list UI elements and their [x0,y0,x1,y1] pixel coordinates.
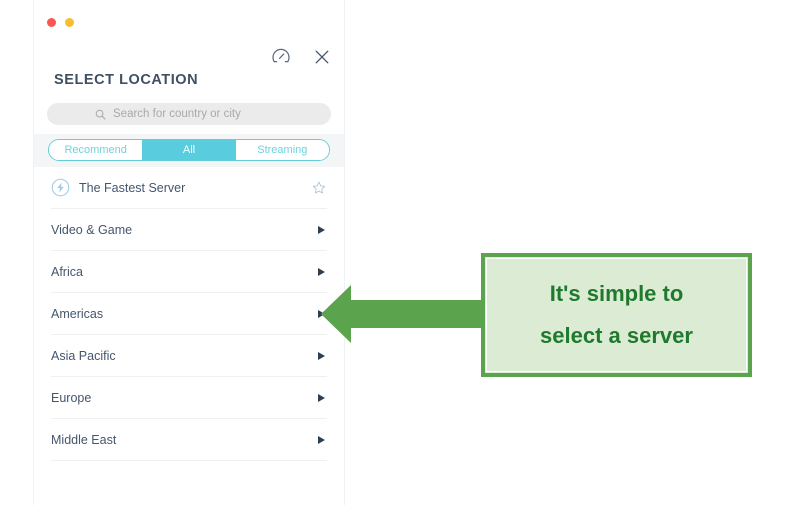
caret-right-icon [318,267,325,276]
tab-recommend[interactable]: Recommend [49,140,143,160]
tab-streaming[interactable]: Streaming [235,140,329,160]
caret-right-icon [318,435,325,444]
list-item-video-and-game[interactable]: Video & Game [51,209,327,251]
list-item-americas[interactable]: Americas [51,293,327,335]
star-outline-icon[interactable] [312,181,326,195]
list-item-label: Americas [51,306,104,321]
list-item-fastest-server[interactable]: The Fastest Server [51,167,327,209]
search-icon [95,109,106,120]
close-icon[interactable] [312,47,332,67]
list-item-middle-east[interactable]: Middle East [51,419,327,461]
callout-box: It's simple to select a server [481,253,752,377]
lightning-bolt-icon [51,178,70,197]
list-item-africa[interactable]: Africa [51,251,327,293]
list-item-label: Video & Game [51,222,133,237]
list-item-label: Africa [51,264,83,279]
close-dot[interactable] [47,18,56,27]
callout-arrow-left-icon [321,285,492,343]
caret-right-icon [318,393,325,402]
vpn-app-panel: SELECT LOCATION Recommend All Streaming … [33,0,345,505]
header-icon-row [271,47,332,67]
list-item-label: Middle East [51,432,117,447]
caret-right-icon [318,351,325,360]
list-item-label: The Fastest Server [79,180,186,195]
window-controls [47,18,74,27]
search-bar[interactable] [47,103,331,125]
search-input[interactable] [113,108,283,120]
minimize-dot[interactable] [65,18,74,27]
callout-text: It's simple to select a server [540,281,693,348]
speed-test-icon[interactable] [271,47,291,67]
tabs-band: Recommend All Streaming [34,134,344,167]
tab-all[interactable]: All [142,140,236,160]
page-title: SELECT LOCATION [54,72,199,88]
segmented-tabs: Recommend All Streaming [48,139,330,161]
list-item-asia-pacific[interactable]: Asia Pacific [51,335,327,377]
list-item-label: Asia Pacific [51,348,116,363]
server-list: The Fastest Server Video & Game Africa A… [34,167,344,461]
list-item-europe[interactable]: Europe [51,377,327,419]
caret-right-icon [318,225,325,234]
list-item-label: Europe [51,390,92,405]
